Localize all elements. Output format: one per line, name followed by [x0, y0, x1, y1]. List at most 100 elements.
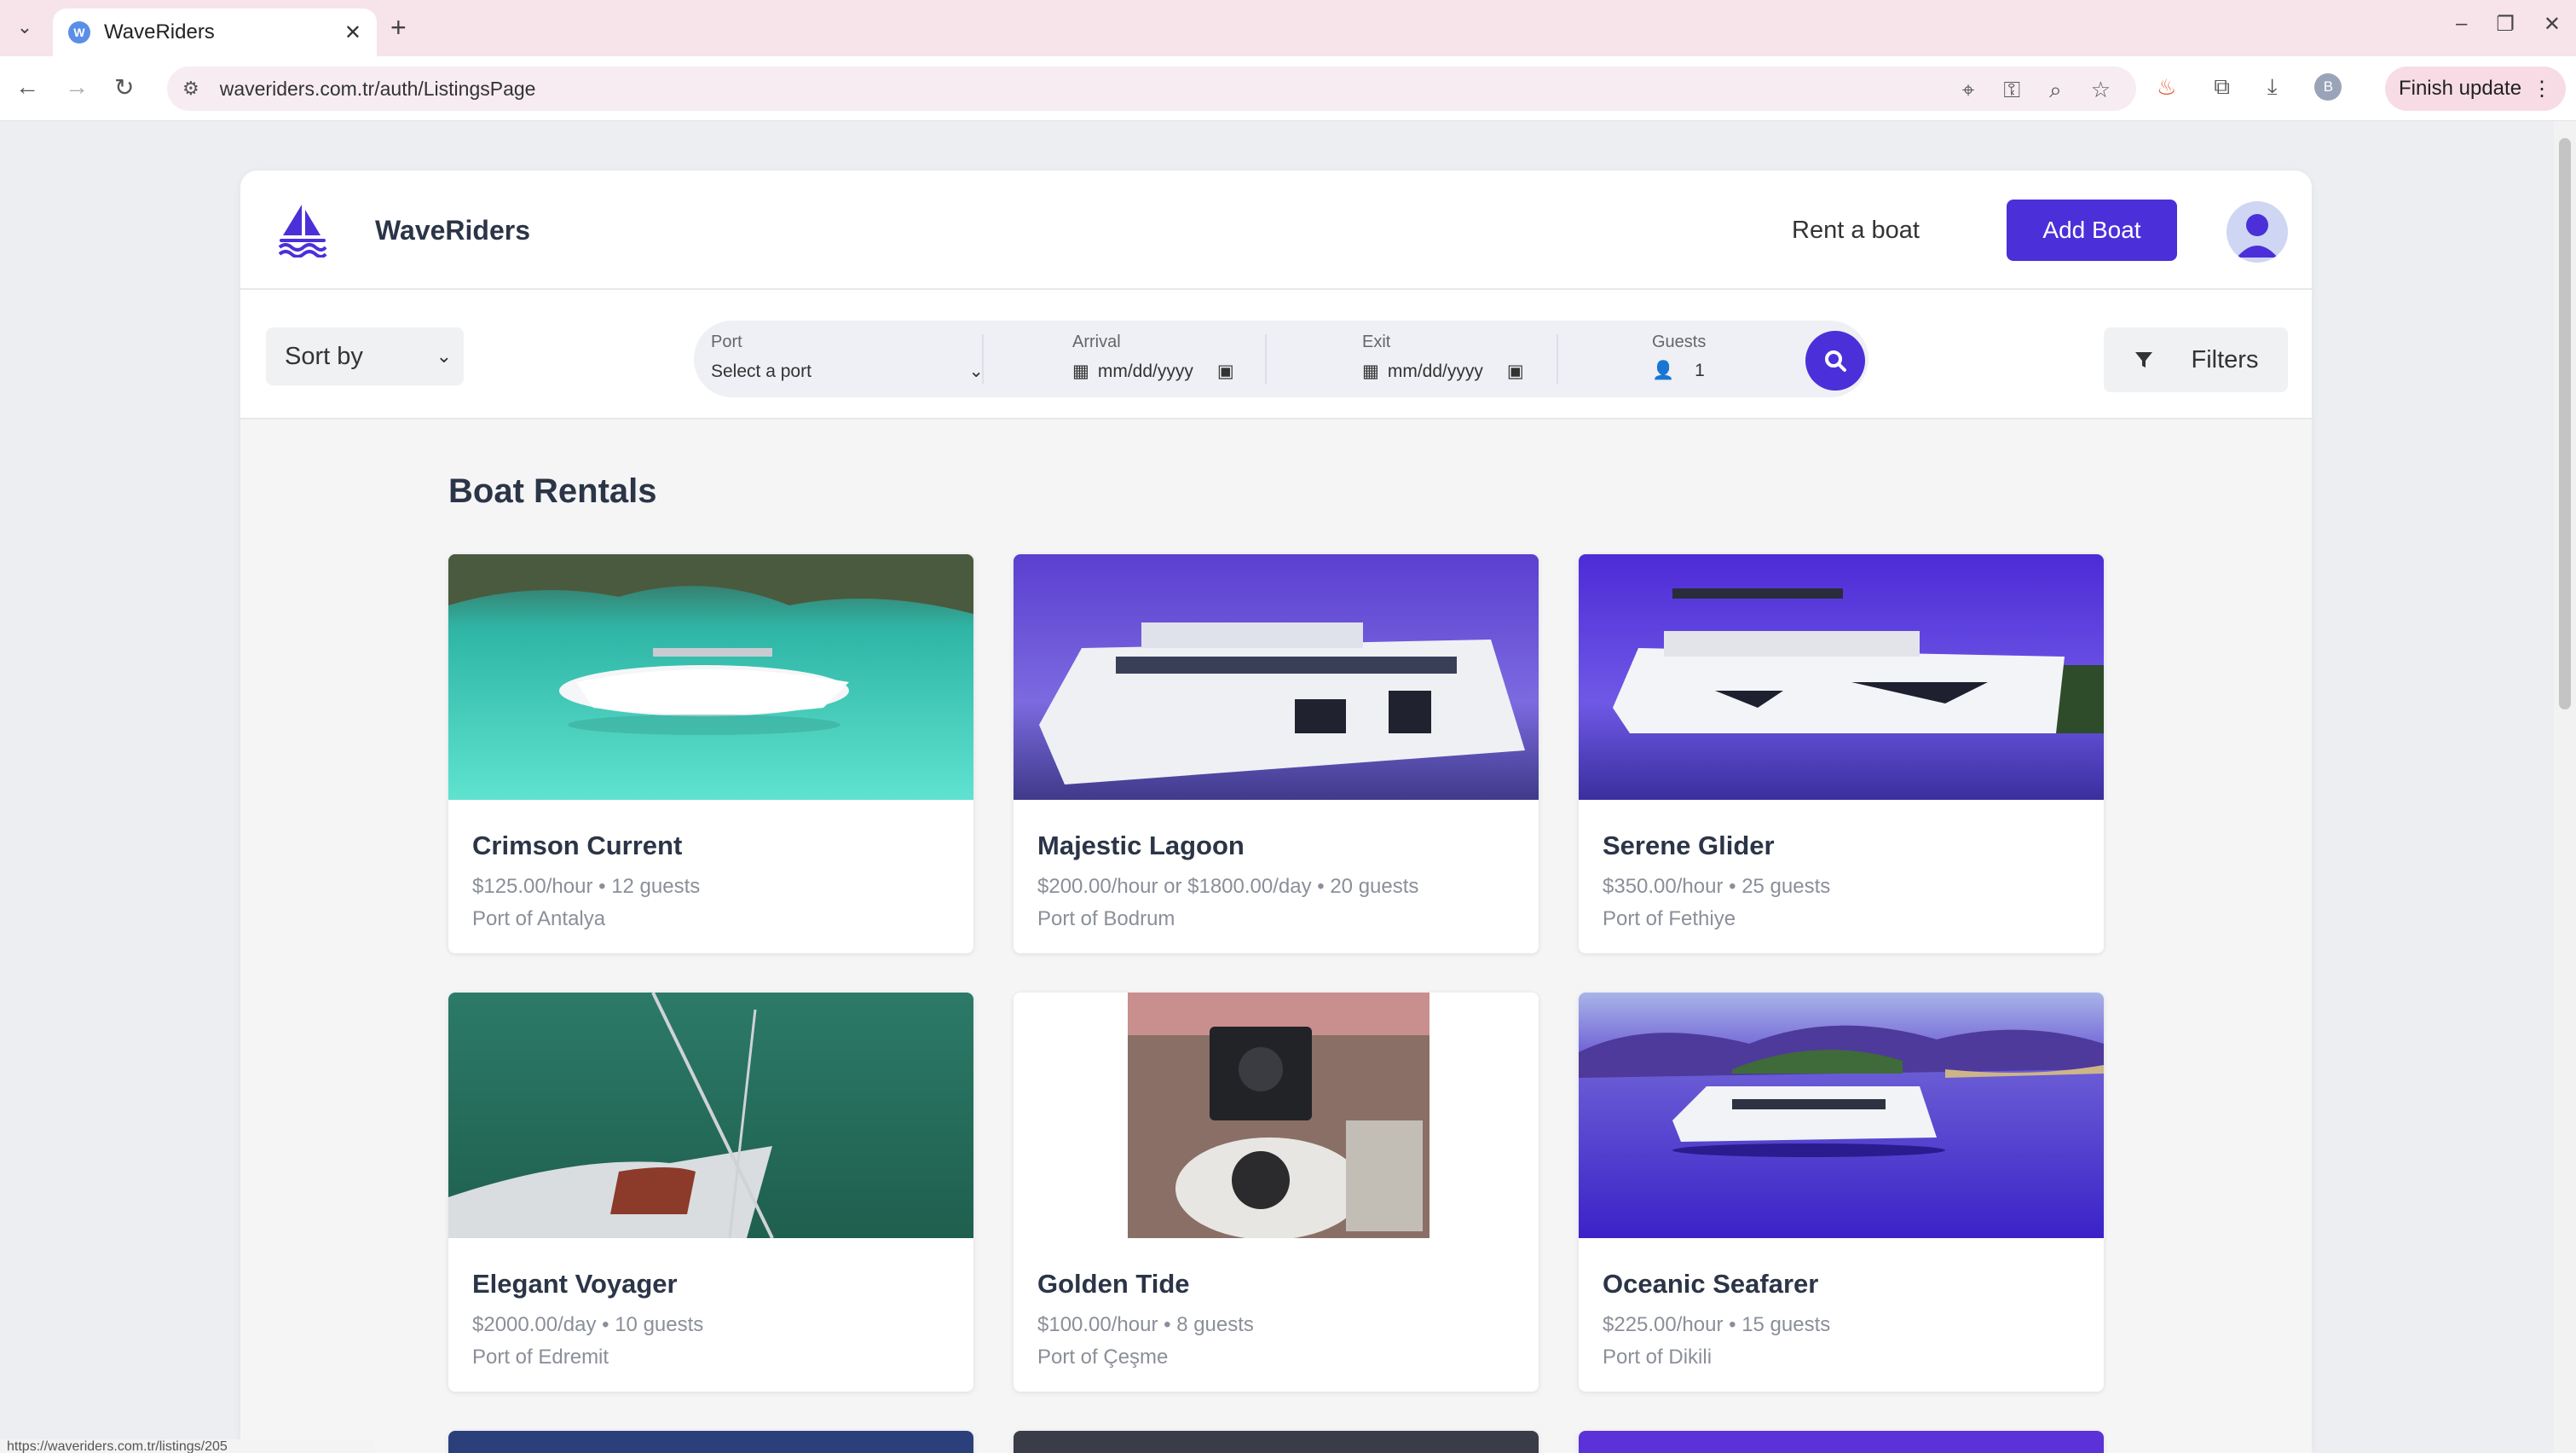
- zoom-icon[interactable]: ⌕: [2049, 77, 2062, 104]
- reload-icon[interactable]: ↻: [114, 73, 134, 101]
- user-avatar[interactable]: [2227, 201, 2288, 263]
- listing-card[interactable]: [448, 1431, 973, 1453]
- search-button[interactable]: [1805, 331, 1865, 391]
- boat-photo[interactable]: [1014, 554, 1539, 800]
- listing-port: Port of Fethiye: [1603, 907, 1736, 930]
- boat-photo[interactable]: [1014, 993, 1539, 1238]
- listing-price-guests: $350.00/hour • 25 guests: [1603, 875, 1831, 898]
- finish-update-button[interactable]: Finish update ⋮: [2385, 67, 2566, 111]
- listing-card[interactable]: Oceanic Seafarer $225.00/hour • 15 guest…: [1579, 993, 2104, 1392]
- date-picker-icon[interactable]: ▣: [1507, 361, 1524, 382]
- search-icon: [1825, 350, 1846, 372]
- boat-photo[interactable]: [1014, 1431, 1539, 1453]
- listing-card[interactable]: Elegant Voyager $2000.00/day • 10 guests…: [448, 993, 973, 1392]
- minimize-icon[interactable]: –: [2456, 12, 2467, 37]
- finish-update-label: Finish update: [2398, 77, 2522, 100]
- listing-name[interactable]: Oceanic Seafarer: [1603, 1269, 2080, 1300]
- filters-button[interactable]: Filters: [2104, 327, 2288, 392]
- guests-input[interactable]: 👤 1: [1652, 361, 1706, 381]
- guests-value: 1: [1695, 361, 1705, 380]
- extensions-puzzle-icon[interactable]: ⧉: [2214, 73, 2230, 101]
- url-text[interactable]: waveriders.com.tr/auth/ListingsPage: [220, 78, 536, 101]
- restore-icon[interactable]: ❐: [2496, 12, 2515, 37]
- new-tab-icon[interactable]: +: [390, 12, 407, 43]
- listing-port: Port of Bodrum: [1037, 907, 1175, 930]
- listing-card[interactable]: Majestic Lagoon $200.00/hour or $1800.00…: [1014, 554, 1539, 953]
- date-picker-icon[interactable]: ▣: [1217, 361, 1234, 382]
- divider: [1265, 334, 1267, 384]
- location-icon[interactable]: ⌖: [1962, 77, 1975, 104]
- exit-date-placeholder: mm/dd/yyyy: [1387, 361, 1483, 381]
- arrival-date-input[interactable]: ▦ mm/dd/yyyy ▣: [1072, 361, 1234, 382]
- chevron-down-icon: ⌄: [436, 345, 452, 367]
- address-bar[interactable]: ⚙ waveriders.com.tr/auth/ListingsPage ⌖ …: [167, 67, 2136, 111]
- more-menu-icon: ⋮: [2532, 77, 2553, 101]
- site-header: WaveRiders Rent a boat Add Boat: [240, 171, 2312, 290]
- browser-toolbar: ← → ↻ ⚙ waveriders.com.tr/auth/ListingsP…: [0, 56, 2576, 121]
- download-icon[interactable]: ⤓: [2267, 73, 2278, 101]
- port-select[interactable]: Select a port ⌄: [711, 361, 984, 382]
- port-field[interactable]: Port Select a port ⌄: [711, 333, 1001, 382]
- search-form: Port Select a port ⌄ Arrival ▦ mm/dd/yyy…: [694, 321, 1868, 397]
- boat-photo[interactable]: [448, 1431, 973, 1453]
- boat-photo[interactable]: [1579, 554, 2104, 800]
- tab-close-icon[interactable]: ✕: [344, 20, 361, 45]
- listing-card[interactable]: Serene Glider $350.00/hour • 25 guests P…: [1579, 554, 2104, 953]
- boat-photo[interactable]: [448, 554, 973, 800]
- listing-card[interactable]: [1579, 1431, 2104, 1453]
- boat-photo[interactable]: [1579, 1431, 2104, 1453]
- app-container: WaveRiders Rent a boat Add Boat Sort by …: [240, 171, 2312, 1453]
- brand-name[interactable]: WaveRiders: [375, 215, 530, 246]
- add-boat-button[interactable]: Add Boat: [2007, 200, 2177, 261]
- arrival-field[interactable]: Arrival ▦ mm/dd/yyyy ▣: [1072, 333, 1234, 382]
- guests-field[interactable]: Guests 👤 1: [1652, 333, 1706, 381]
- listing-card[interactable]: [1014, 1431, 1539, 1453]
- listing-port: Port of Çeşme: [1037, 1346, 1169, 1369]
- listing-name[interactable]: Golden Tide: [1037, 1269, 1515, 1300]
- close-window-icon[interactable]: ✕: [2544, 12, 2561, 37]
- listing-price-guests: $2000.00/day • 10 guests: [472, 1313, 704, 1336]
- port-select-value: Select a port: [711, 361, 811, 381]
- boat-photo-image: [1014, 554, 1539, 800]
- boat-photo[interactable]: [1579, 993, 2104, 1238]
- browser-tab-bar: ⌄ W WaveRiders ✕ + – ❐ ✕: [0, 0, 2576, 56]
- password-key-icon[interactable]: ⚿: [2003, 77, 2020, 104]
- site-info-icon[interactable]: ⚙: [182, 78, 199, 100]
- status-bar-link-preview: https://waveriders.com.tr/listings/205: [0, 1439, 375, 1453]
- section-title: Boat Rentals: [448, 472, 657, 510]
- exit-field[interactable]: Exit ▦ mm/dd/yyyy ▣: [1362, 333, 1524, 382]
- boat-photo[interactable]: [448, 993, 973, 1238]
- page-scrollbar[interactable]: [2554, 121, 2576, 1453]
- back-icon[interactable]: ←: [15, 73, 39, 101]
- listing-price-guests: $200.00/hour or $1800.00/day • 20 guests: [1037, 875, 1419, 898]
- boat-photo-image: [1128, 993, 1430, 1238]
- listing-name[interactable]: Serene Glider: [1603, 831, 2080, 861]
- profile-avatar[interactable]: B: [2314, 73, 2342, 101]
- browser-tab[interactable]: W WaveRiders ✕: [53, 9, 377, 56]
- window-controls: – ❐ ✕: [2456, 12, 2561, 37]
- sailboat-logo-icon[interactable]: [276, 201, 329, 258]
- calendar-icon: ▦: [1072, 362, 1089, 381]
- arrival-label: Arrival: [1072, 333, 1121, 351]
- scrollbar-thumb[interactable]: [2559, 138, 2571, 709]
- tab-search-chevron-icon[interactable]: ⌄: [12, 12, 38, 43]
- address-bar-actions: ⌖ ⚿ ⌕ ☆: [1962, 77, 2111, 104]
- listing-card[interactable]: Crimson Current $125.00/hour • 12 guests…: [448, 554, 973, 953]
- forward-icon[interactable]: →: [65, 73, 89, 101]
- sort-by-select[interactable]: Sort by ⌄: [266, 327, 464, 385]
- tab-title: WaveRiders: [104, 20, 215, 43]
- exit-date-input[interactable]: ▦ mm/dd/yyyy ▣: [1362, 361, 1524, 382]
- calendar-icon: ▦: [1362, 362, 1379, 381]
- listing-price-guests: $125.00/hour • 12 guests: [472, 875, 701, 898]
- rent-a-boat-link[interactable]: Rent a boat: [1792, 217, 1920, 245]
- bookmark-star-icon[interactable]: ☆: [2091, 77, 2111, 104]
- favicon-icon: W: [68, 21, 90, 43]
- extension-flame-icon[interactable]: ♨: [2157, 74, 2176, 101]
- listing-port: Port of Antalya: [472, 907, 606, 930]
- listing-name[interactable]: Crimson Current: [472, 831, 950, 861]
- listing-name[interactable]: Elegant Voyager: [472, 1269, 950, 1300]
- listing-name[interactable]: Majestic Lagoon: [1037, 831, 1515, 861]
- search-toolbar: Sort by ⌄ Port Select a port ⌄ Arrival ▦…: [240, 290, 2312, 420]
- arrival-date-placeholder: mm/dd/yyyy: [1097, 361, 1193, 381]
- listing-card[interactable]: Golden Tide $100.00/hour • 8 guests Port…: [1014, 993, 1539, 1392]
